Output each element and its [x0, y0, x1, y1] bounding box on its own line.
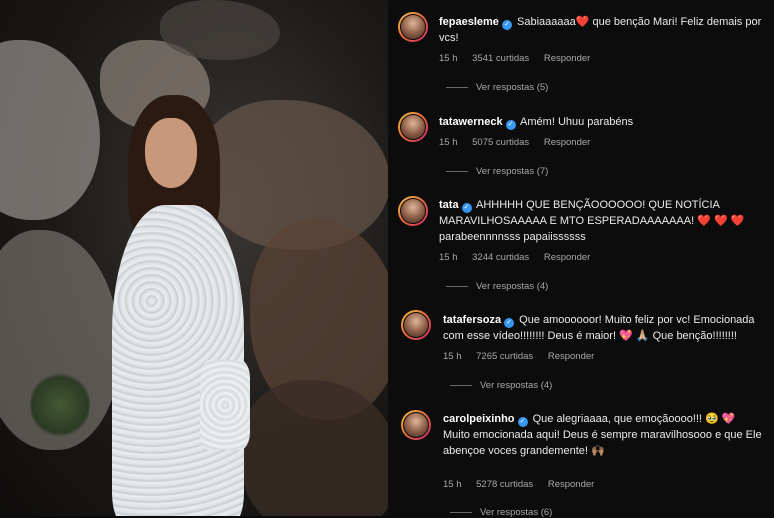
comment-likes[interactable]: 5075 curtidas [472, 137, 529, 148]
avatar[interactable] [398, 112, 428, 142]
comment-body-cont: parabeennnnsss papaiissssss [439, 231, 586, 243]
comment-text: carolpeixinho ✓ Que alegriaaaa, que emoçã… [443, 411, 764, 459]
rock-shape [240, 380, 388, 516]
replies-line [446, 86, 468, 88]
view-replies[interactable]: Ver respostas (7) [446, 166, 548, 177]
comment-username[interactable]: fepaesleme [439, 16, 499, 28]
comment-likes[interactable]: 3244 curtidas [472, 252, 529, 263]
heart-emoji-icon: 🥹 💖 [705, 413, 736, 425]
comment-body-cont: Que benção!!!!!!!! [652, 330, 737, 342]
comment-body: Amém! Uhuu parabéns [520, 116, 634, 128]
comment-time: 15 h [439, 137, 458, 148]
view-replies-label[interactable]: Ver respostas (6) [480, 507, 552, 518]
avatar[interactable] [401, 310, 431, 340]
view-replies[interactable]: Ver respostas (5) [446, 82, 548, 93]
verified-badge-icon: ✓ [461, 203, 472, 213]
screenshot: fepaesleme ✓ Sabiaaaaaa❤️ que benção Mari… [0, 0, 774, 518]
view-replies-label[interactable]: Ver respostas (7) [476, 166, 548, 177]
verified-badge-icon: ✓ [504, 318, 515, 328]
comment-username[interactable]: tatafersoza [443, 314, 501, 326]
view-replies-label[interactable]: Ver respostas (4) [480, 380, 552, 391]
comment-body: AHHHHH QUE BENÇÃOOOOOO! QUE NOTÍCIA MARA… [439, 199, 720, 227]
comment-text: tata ✓ AHHHHH QUE BENÇÃOOOOOO! QUE NOTÍCI… [439, 197, 764, 245]
comment-meta: 15 h 3541 curtidas Responder [439, 53, 602, 64]
verified-badge-icon: ✓ [501, 20, 512, 30]
comment-username[interactable]: carolpeixinho [443, 413, 515, 425]
avatar[interactable] [401, 410, 431, 440]
comment-username[interactable]: tata [439, 199, 459, 211]
reply-button[interactable]: Responder [544, 137, 590, 148]
reply-button[interactable]: Responder [544, 53, 590, 64]
avatar[interactable] [398, 12, 428, 42]
view-replies[interactable]: Ver respostas (6) [450, 507, 552, 518]
comments-panel: fepaesleme ✓ Sabiaaaaaa❤️ que benção Mari… [388, 0, 774, 518]
comment-text: fepaesleme ✓ Sabiaaaaaa❤️ que benção Mari… [439, 14, 764, 46]
comment-likes[interactable]: 7265 curtidas [476, 351, 533, 362]
comment-meta: 15 h 5278 curtidas Responder [443, 479, 606, 490]
comment-meta: 15 h 5075 curtidas Responder [439, 137, 602, 148]
comment-body: Que alegriaaaa, que emoçãoooo!!! [532, 413, 702, 425]
heart-emoji-icon: ❤️ [575, 16, 590, 28]
post-photo [0, 0, 388, 516]
verified-badge-icon: ✓ [505, 120, 516, 130]
comment-text: tatafersoza ✓ Que amoooooor! Muito feliz … [443, 312, 764, 344]
view-replies-label[interactable]: Ver respostas (5) [476, 82, 548, 93]
comment-time: 15 h [443, 479, 462, 490]
plant [30, 370, 90, 440]
comment-body: Sabiaaaaaa [517, 16, 576, 28]
face [145, 118, 197, 188]
comment-time: 15 h [439, 252, 458, 263]
heart-emoji-icon: ❤️ ❤️ ❤️ [697, 215, 745, 227]
verified-badge-icon: ✓ [517, 417, 528, 427]
comment-time: 15 h [443, 351, 462, 362]
comment-username[interactable]: tatawerneck [439, 116, 503, 128]
comment-text: tatawerneck ✓ Amém! Uhuu parabéns [439, 114, 764, 130]
comment-likes[interactable]: 3541 curtidas [472, 53, 529, 64]
avatar[interactable] [398, 196, 428, 226]
heart-emoji-icon: 💖 🙏🏼 [619, 330, 650, 342]
lace-sleeve [200, 360, 250, 450]
view-replies-label[interactable]: Ver respostas (4) [476, 281, 548, 292]
comment-likes[interactable]: 5278 curtidas [476, 479, 533, 490]
reply-button[interactable]: Responder [548, 351, 594, 362]
replies-line [450, 511, 472, 513]
reply-button[interactable]: Responder [548, 479, 594, 490]
view-replies[interactable]: Ver respostas (4) [450, 380, 552, 391]
replies-line [446, 285, 468, 287]
replies-line [446, 170, 468, 172]
view-replies[interactable]: Ver respostas (4) [446, 281, 548, 292]
rock-shape [160, 0, 280, 60]
hands-emoji-icon: 🙌🏽 [591, 445, 605, 457]
reply-button[interactable]: Responder [544, 252, 590, 263]
comment-meta: 15 h 7265 curtidas Responder [443, 351, 606, 362]
comment-time: 15 h [439, 53, 458, 64]
replies-line [450, 384, 472, 386]
comment-meta: 15 h 3244 curtidas Responder [439, 252, 602, 263]
rock-shape [0, 40, 100, 220]
